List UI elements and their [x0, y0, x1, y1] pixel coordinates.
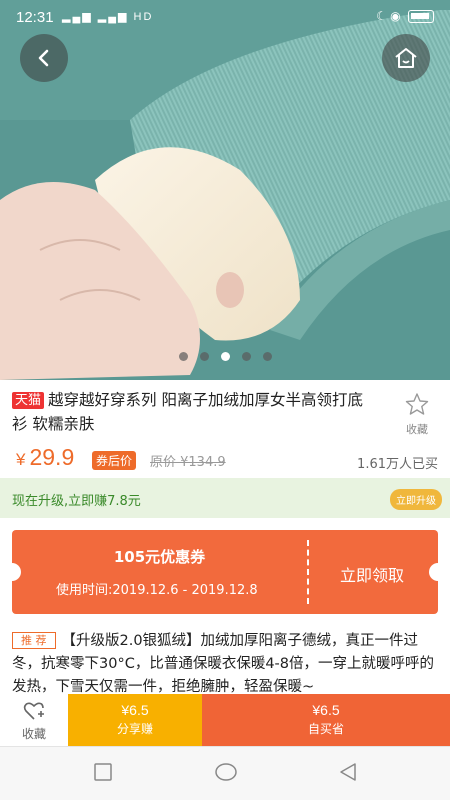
coupon-amount: 105元优惠券 — [113, 548, 206, 566]
gallery-indicator — [179, 352, 272, 361]
back-button[interactable] — [20, 34, 68, 82]
product-title: 天猫 越穿越好穿系列 阳离子加绒加厚女半高领打底衫 软糯亲肤 — [12, 388, 372, 436]
status-right: ☾ ◉ — [376, 9, 434, 24]
recommend-tag: 推 荐 — [12, 632, 56, 649]
favorite-button[interactable]: 收藏 — [398, 392, 436, 437]
gallery-dot-active[interactable] — [221, 352, 230, 361]
current-price: ¥29.9 — [16, 444, 75, 470]
chevron-left-icon — [38, 49, 49, 67]
buy-amount: ¥6.5 — [312, 702, 340, 718]
status-time: 12:31 — [16, 9, 54, 26]
gallery-dot[interactable] — [200, 352, 209, 361]
gallery-dot[interactable] — [242, 352, 251, 361]
claim-coupon-button[interactable]: 立即领取 — [312, 562, 432, 586]
recent-apps-icon[interactable] — [93, 762, 113, 782]
battery-icon — [408, 10, 434, 24]
collect-label: 收藏 — [21, 727, 46, 741]
upgrade-banner[interactable]: 现在升级,立即赚7.8元 立即升级 — [0, 478, 450, 518]
gallery-dot[interactable] — [263, 352, 272, 361]
product-image[interactable]: 12:31 ▂▄▆ ▂▄▆ HD ☾ ◉ — [0, 0, 450, 380]
recommendation: 推 荐【升级版2.0银狐绒】加绒加厚阳离子德绒，真正一件过冬，抗寒零下30°C，… — [12, 630, 440, 699]
home-nav-icon[interactable] — [214, 762, 238, 782]
collect-button[interactable]: 收藏 — [0, 694, 68, 746]
buy-label: 自买省 — [307, 722, 344, 736]
action-bar: 收藏 ¥6.5 分享赚 ¥6.5 自买省 — [0, 694, 450, 746]
sold-count: 1.61万人已买 — [357, 457, 438, 472]
favorite-label: 收藏 — [406, 423, 428, 436]
price-row: ¥29.9 券后价 原价 ¥134.9 1.61万人已买 — [12, 444, 442, 474]
coupon-card[interactable]: 105元优惠券 使用时间:2019.12.6 - 2019.12.8 立即领取 — [3, 530, 447, 614]
share-amount: ¥6.5 — [121, 702, 149, 718]
coupon-divider — [307, 540, 309, 604]
upgrade-text: 现在升级,立即赚7.8元 — [12, 494, 141, 509]
status-bar: 12:31 ▂▄▆ ▂▄▆ HD ☾ ◉ — [0, 0, 450, 36]
share-earn-button[interactable]: ¥6.5 分享赚 — [68, 694, 202, 746]
platform-badge: 天猫 — [12, 392, 45, 409]
after-coupon-badge: 券后价 — [92, 451, 137, 470]
back-nav-icon[interactable] — [338, 762, 358, 782]
network-label: HD — [133, 11, 154, 23]
system-nav-bar — [0, 746, 450, 800]
upgrade-button[interactable]: 立即升级 — [390, 489, 442, 510]
original-price: 原价 ¥134.9 — [150, 455, 226, 470]
product-title-text: 越穿越好穿系列 阳离子加绒加厚女半高领打底衫 软糯亲肤 — [12, 391, 363, 433]
recommend-text: 【升级版2.0银狐绒】加绒加厚阳离子德绒，真正一件过冬，抗寒零下30°C，比普通… — [12, 633, 435, 695]
home-button[interactable] — [382, 34, 430, 82]
coupon-validity: 使用时间:2019.12.6 - 2019.12.8 — [56, 583, 258, 598]
home-icon — [395, 48, 417, 68]
self-buy-button[interactable]: ¥6.5 自买省 — [202, 694, 450, 746]
gallery-dot[interactable] — [179, 352, 188, 361]
heart-plus-icon — [23, 702, 44, 720]
star-icon — [405, 393, 429, 415]
share-label: 分享赚 — [116, 722, 153, 736]
signal-icon: ▂▄▆ ▂▄▆ HD — [62, 11, 154, 23]
